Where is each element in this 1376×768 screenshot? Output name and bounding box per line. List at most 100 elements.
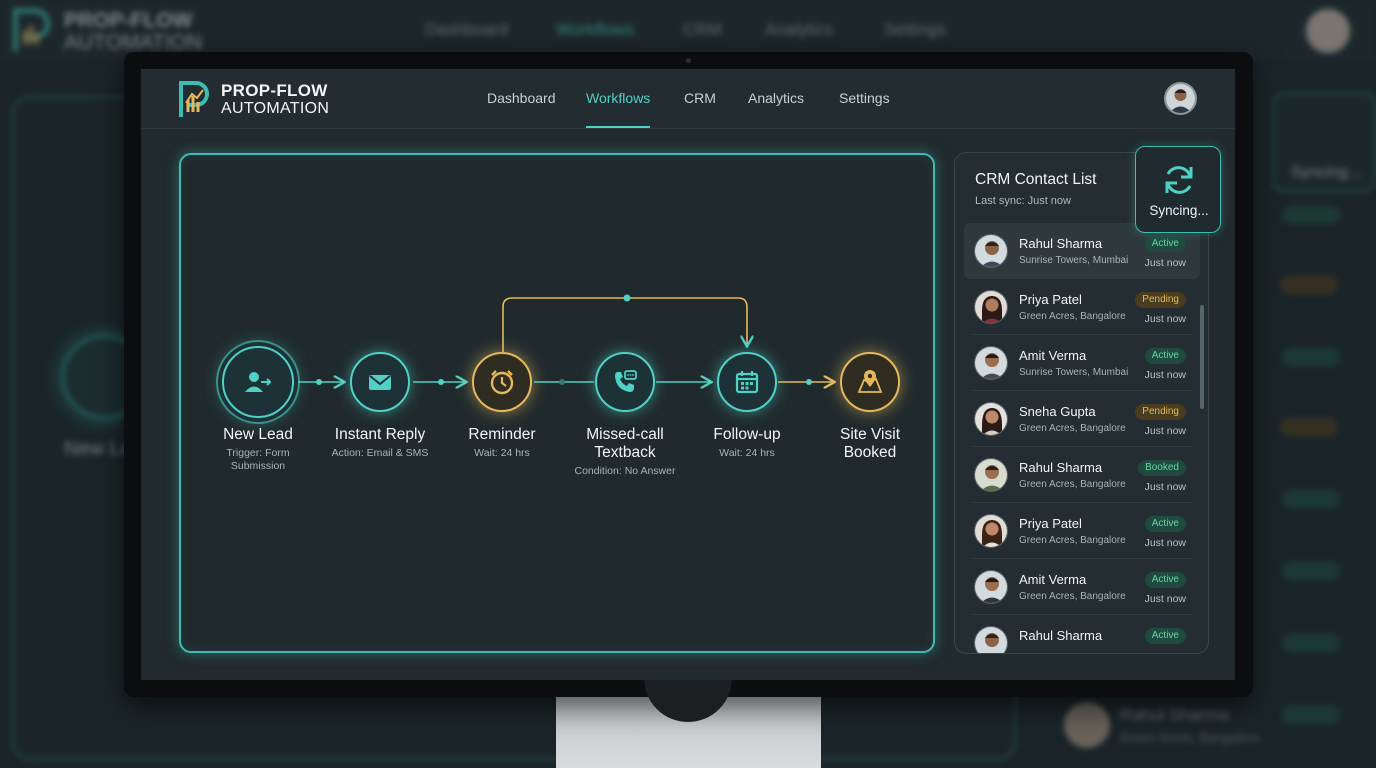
- nav-crm[interactable]: CRM: [684, 90, 716, 106]
- contact-time: Just now: [1144, 425, 1186, 437]
- node-title: Follow-up: [713, 426, 781, 443]
- logo-icon[interactable]: [177, 79, 211, 119]
- background-pill: [1282, 706, 1340, 724]
- background-pill: [1282, 562, 1340, 580]
- workflow-canvas: New Lead Trigger: Form Submission Instan…: [179, 153, 935, 653]
- background-pill: [1282, 348, 1340, 366]
- status-badge: Pending: [1135, 292, 1186, 308]
- contact-location: Green Acres, Bangalore: [1019, 535, 1126, 546]
- background-row-name: Rahul Sharma: [1120, 705, 1229, 724]
- contact-location: Green Acres, Bangalore: [1019, 423, 1126, 434]
- background-nav-settings: Settings: [884, 20, 946, 39]
- contact-time: Just now: [1144, 313, 1186, 325]
- contact-avatar: [974, 290, 1008, 324]
- sync-label: Syncing...: [1149, 203, 1209, 218]
- workflow-connectors: [294, 294, 937, 655]
- contact-time: Just now: [1144, 369, 1186, 381]
- node-subtitle: Wait: 24 hrs: [474, 447, 530, 459]
- status-badge: Active: [1144, 572, 1186, 588]
- contact-avatar: [974, 234, 1008, 268]
- background-nav-analytics: Analytics: [765, 20, 834, 39]
- background-pill: [1282, 634, 1340, 652]
- node-missed-call-textback[interactable]: [595, 352, 655, 412]
- background-pill: [1282, 490, 1340, 508]
- contact-name: Amit Verma: [1019, 572, 1087, 587]
- app-header: PROP-FLOW AUTOMATION Dashboard Workflows…: [141, 69, 1235, 129]
- crm-title: CRM Contact List: [975, 171, 1097, 188]
- sync-icon: [1165, 166, 1193, 194]
- background-avatar: [1305, 8, 1351, 54]
- contact-name: Rahul Sharma: [1019, 628, 1103, 643]
- connector-2: [413, 379, 465, 385]
- node-reminder[interactable]: [472, 352, 532, 412]
- connector-3: [534, 379, 594, 385]
- status-badge: Booked: [1138, 460, 1186, 476]
- contact-name: Rahul Sharma: [1019, 460, 1103, 475]
- contact-row[interactable]: Sneha Gupta Green Acres, Bangalore Pendi…: [964, 391, 1200, 447]
- background-nav-workflows: Workflows: [556, 20, 635, 39]
- status-badge: Active: [1144, 236, 1186, 252]
- contact-name: Priya Patel: [1019, 516, 1082, 531]
- contact-location: Sunrise Towers, Mumbai: [1019, 255, 1129, 266]
- contact-avatar: [974, 458, 1008, 492]
- contact-location: Green Acres, Bangalore: [1019, 479, 1126, 490]
- node-site-visit-booked[interactable]: [840, 352, 900, 412]
- background-logo-subtitle: AUTOMATION: [64, 31, 203, 54]
- background-row-location: Green Acres, Bangalore: [1120, 730, 1259, 745]
- contact-name: Rahul Sharma: [1019, 236, 1103, 251]
- contact-name: Amit Verma: [1019, 348, 1087, 363]
- contact-row[interactable]: Rahul Sharma Active: [964, 615, 1200, 653]
- contact-location: Green Acres, Bangalore: [1019, 591, 1126, 602]
- phone-message-icon: [615, 370, 637, 392]
- background-pill: [1282, 206, 1340, 224]
- brand-subtitle: AUTOMATION: [221, 100, 330, 117]
- node-title: Instant Reply: [334, 426, 426, 443]
- contact-time: Just now: [1144, 257, 1186, 269]
- status-badge: Active: [1144, 628, 1186, 644]
- contact-time: Just now: [1144, 481, 1186, 493]
- node-subtitle: Action: Email & SMS: [331, 447, 429, 459]
- background-pill: [1280, 276, 1338, 294]
- contact-name: Sneha Gupta: [1019, 404, 1096, 419]
- node-title: Site Visit Booked: [839, 426, 901, 461]
- nav-analytics[interactable]: Analytics: [748, 90, 804, 106]
- status-badge: Active: [1144, 516, 1186, 532]
- contact-list-scrollbar[interactable]: [1200, 305, 1204, 409]
- background-sync-box: Syncing...: [1272, 92, 1376, 192]
- contact-avatar: [974, 514, 1008, 548]
- node-subtitle: Trigger: Form Submission: [226, 447, 290, 472]
- alarm-clock-icon: [490, 370, 514, 395]
- sync-button[interactable]: Syncing...: [1135, 146, 1221, 233]
- background-row-avatar: [1064, 702, 1110, 748]
- loop-connector: [502, 294, 747, 352]
- brand-title: PROP-FLOW: [221, 81, 328, 100]
- node-title: New Lead: [223, 426, 293, 443]
- crm-last-sync: Last sync: Just now: [975, 195, 1071, 207]
- node-instant-reply[interactable]: [350, 352, 410, 412]
- background-nav-dashboard: Dashboard: [425, 20, 509, 39]
- contact-row[interactable]: Rahul Sharma Green Acres, Bangalore Book…: [964, 447, 1200, 503]
- node-follow-up[interactable]: [717, 352, 777, 412]
- nav-settings[interactable]: Settings: [839, 90, 890, 106]
- contact-row[interactable]: Amit Verma Green Acres, Bangalore Active…: [964, 559, 1200, 615]
- contact-row[interactable]: Priya Patel Green Acres, Bangalore Activ…: [964, 503, 1200, 559]
- background-logo-icon: [13, 8, 51, 52]
- contact-location: Sunrise Towers, Mumbai: [1019, 367, 1129, 378]
- contact-avatar: [974, 626, 1008, 653]
- contact-row[interactable]: Priya Patel Green Acres, Bangalore Pendi…: [964, 279, 1200, 335]
- contact-row[interactable]: Amit Verma Sunrise Towers, Mumbai Active…: [964, 335, 1200, 391]
- status-badge: Active: [1144, 348, 1186, 364]
- user-avatar[interactable]: [1164, 82, 1197, 115]
- app-screen: PROP-FLOW AUTOMATION Dashboard Workflows…: [141, 69, 1235, 680]
- mail-icon: [369, 375, 391, 390]
- node-title: Missed-call Textback: [586, 426, 664, 461]
- nav-dashboard[interactable]: Dashboard: [487, 90, 556, 106]
- background-logo-title: PROP-FLOW: [64, 9, 193, 32]
- contact-avatar: [974, 402, 1008, 436]
- contact-location: Green Acres, Bangalore: [1019, 311, 1126, 322]
- connector-1: [294, 379, 343, 385]
- node-subtitle: Wait: 24 hrs: [719, 447, 775, 459]
- nav-workflows[interactable]: Workflows: [586, 90, 650, 106]
- node-subtitle: Condition: No Answer: [574, 465, 676, 477]
- node-new-lead[interactable]: [222, 346, 294, 418]
